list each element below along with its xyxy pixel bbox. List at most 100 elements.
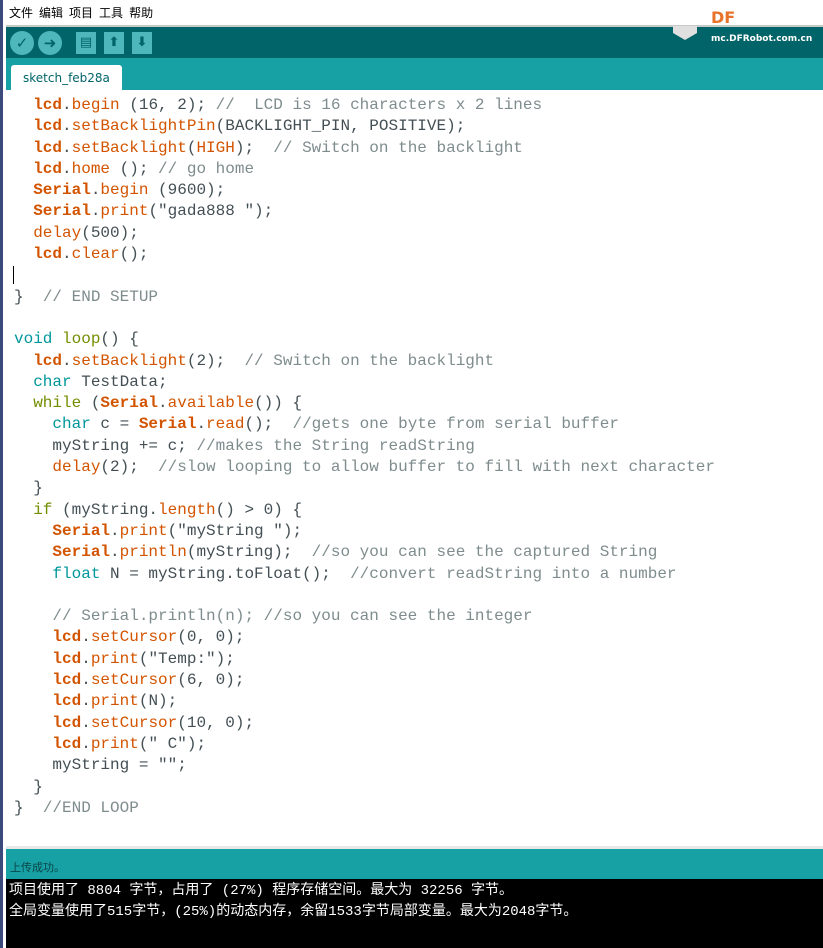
code-token: (10, 0);	[177, 713, 255, 732]
code-token: setBacklight	[71, 351, 187, 370]
code-token: // END SETUP	[42, 287, 159, 306]
code-token: (2);	[186, 351, 245, 370]
code-token: home	[71, 159, 111, 178]
menu-help[interactable]: 帮助	[129, 4, 153, 21]
code-token: c =	[90, 415, 139, 434]
code-token: ();	[119, 245, 149, 264]
code-token: .	[62, 138, 72, 157]
code-token: // LCD is 16 characters x 2 lines	[215, 96, 543, 114]
menu-sketch[interactable]: 项目	[69, 4, 93, 21]
code-token: setCursor	[90, 671, 178, 690]
verify-button[interactable]: ✓	[10, 30, 34, 55]
code-token: clear	[71, 245, 120, 264]
code-line: Serial.println(myString); //so you can s…	[14, 542, 715, 563]
code-line: myString = "";	[14, 755, 715, 776]
code-token: // Switch on the backlight	[244, 351, 495, 370]
code-line: Serial.begin (9600);	[14, 180, 715, 201]
menu-file[interactable]: 文件	[9, 4, 33, 21]
code-token: ()) {	[254, 394, 303, 413]
menu-tools[interactable]: 工具	[99, 4, 123, 21]
code-line: char c = Serial.read(); //gets one byte …	[14, 414, 715, 435]
arduino-ide-window: 文件 编辑 项目 工具 帮助 ✓ ➜ ▤ ⬆ ⬇ DF mc.DFRobot.c…	[0, 0, 823, 948]
code-token: Serial	[52, 521, 111, 540]
code-token: (	[81, 394, 101, 413]
console-line: 项目使用了 8804 字节，占用了 (27%) 程序存储空间。最大为 32256…	[9, 883, 514, 899]
console-output: 项目使用了 8804 字节，占用了 (27%) 程序存储空间。最大为 32256…	[6, 879, 823, 948]
code-token: ("gada888 ");	[148, 202, 274, 221]
code-token: lcd	[33, 96, 63, 114]
code-token: .	[196, 415, 207, 434]
code-token: //so you can see the captured String	[311, 543, 658, 562]
arrow-right-icon: ➜	[43, 33, 57, 52]
code-token: (" C");	[138, 734, 207, 753]
code-token: void	[14, 330, 53, 349]
code-line: delay(2); //slow looping to allow buffer…	[14, 457, 715, 478]
code-token: //convert readString into a number	[350, 564, 677, 583]
code-line: lcd.setCursor(6, 0);	[14, 670, 715, 691]
code-token: //makes the String readString	[196, 436, 475, 455]
save-button[interactable]: ⬇	[132, 31, 152, 54]
shield-logo-icon	[673, 26, 697, 40]
code-token: float	[52, 564, 101, 583]
menu-edit[interactable]: 编辑	[39, 4, 63, 21]
code-line: Serial.print("gada888 ");	[14, 201, 715, 222]
tab-sketch[interactable]: sketch_feb28a	[11, 65, 122, 90]
dfrobot-watermark: DF mc.DFRobot.com.cn	[673, 8, 812, 48]
code-token: print	[90, 649, 139, 668]
code-token: lcd	[52, 692, 82, 711]
code-token: (2);	[100, 458, 159, 477]
text-caret	[13, 266, 14, 284]
code-line: lcd.clear();	[14, 244, 715, 265]
code-line: } //END LOOP	[14, 798, 715, 819]
code-token: print	[90, 692, 139, 711]
code-token: (16, 2);	[119, 96, 216, 114]
code-line: lcd.setBacklightPin(BACKLIGHT_PIN, POSIT…	[14, 116, 715, 137]
code-token: .	[62, 96, 72, 114]
code-token: lcd	[52, 713, 82, 732]
code-text: lcd.begin (16, 2); // LCD is 16 characte…	[14, 95, 715, 819]
code-line: void loop() {	[14, 329, 715, 350]
code-line: }	[14, 478, 715, 499]
watermark-url: mc.DFRobot.com.cn	[711, 34, 813, 44]
code-line: lcd.setCursor(0, 0);	[14, 627, 715, 648]
code-line: }	[14, 777, 715, 798]
code-token: begin	[71, 96, 120, 114]
code-token: while	[33, 394, 82, 413]
code-token: .	[81, 734, 91, 753]
code-token: ();	[244, 415, 293, 434]
upload-button[interactable]: ➜	[38, 30, 62, 55]
new-button[interactable]: ▤	[76, 31, 96, 54]
code-token: // Serial.println(n); //so you can see t…	[52, 607, 533, 626]
code-token: lcd	[52, 649, 82, 668]
code-token: (myString.	[52, 500, 159, 519]
code-token: .	[158, 394, 168, 413]
code-line: lcd.setBacklight(2); // Switch on the ba…	[14, 351, 715, 372]
code-token: lcd	[33, 138, 63, 157]
code-token: lcd	[33, 159, 63, 178]
code-token: setBacklight	[71, 138, 187, 157]
code-token: );	[234, 138, 274, 157]
code-line: delay(500);	[14, 223, 715, 244]
code-token: () > 0) {	[215, 500, 303, 519]
code-token: Serial	[33, 181, 91, 200]
code-editor[interactable]: lcd.begin (16, 2); // LCD is 16 characte…	[6, 90, 823, 846]
code-token: (myString);	[186, 543, 312, 562]
open-button[interactable]: ⬆	[104, 31, 124, 54]
code-token: .	[62, 245, 72, 264]
code-token: lcd	[33, 245, 63, 264]
